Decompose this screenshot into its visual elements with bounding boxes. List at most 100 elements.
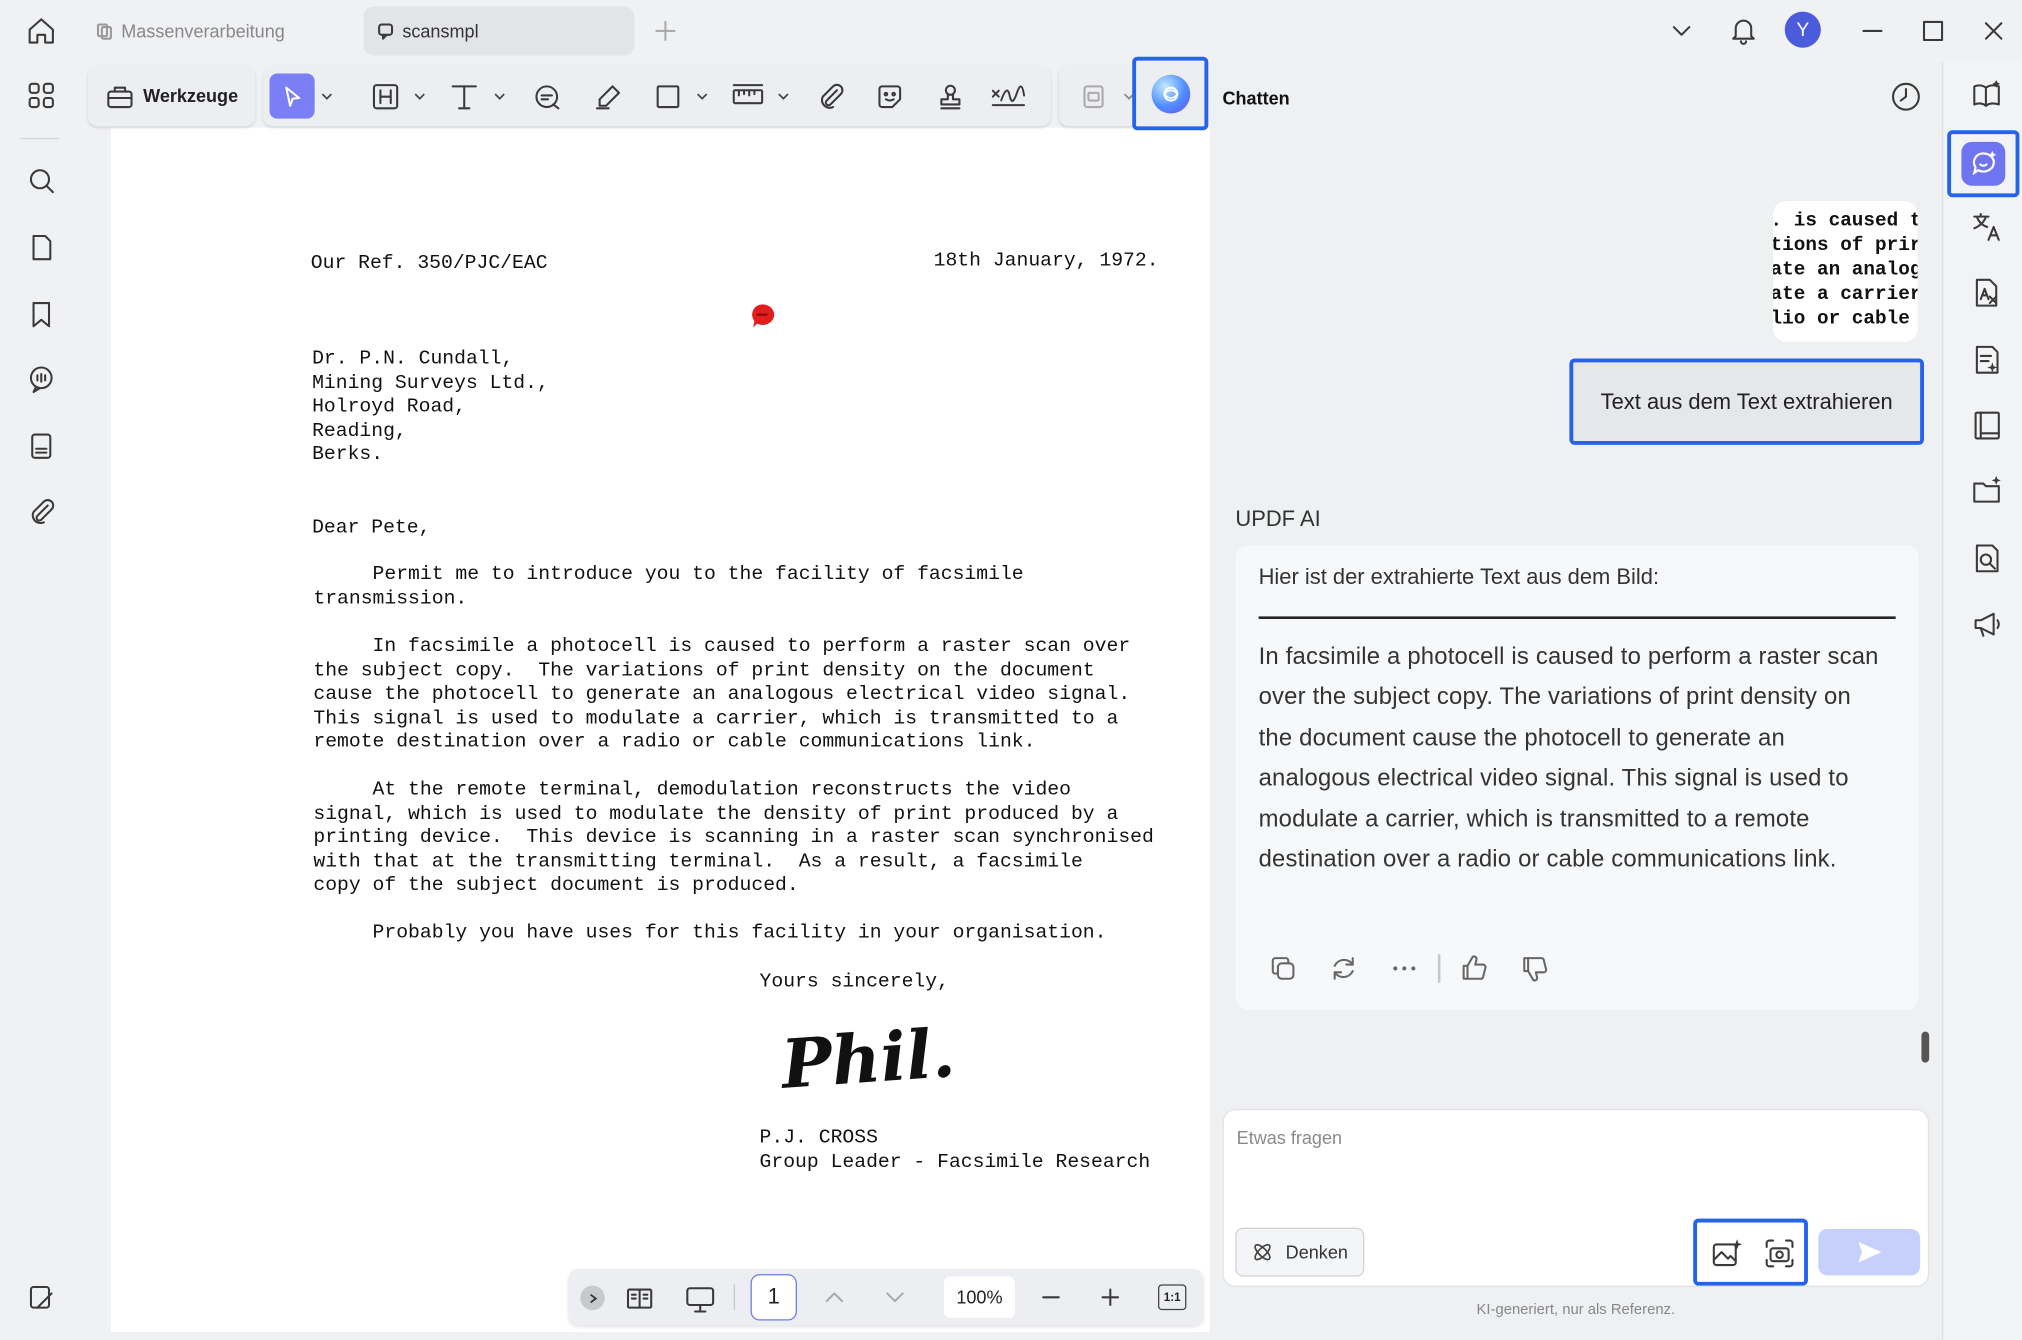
ai-assistant-button[interactable] xyxy=(1132,56,1209,131)
select-tool-button[interactable] xyxy=(269,73,315,119)
chevron-down-icon[interactable] xyxy=(494,90,506,102)
form-icon[interactable] xyxy=(23,428,59,464)
chat-title: Chatten xyxy=(1222,87,1290,109)
copy-icon[interactable] xyxy=(1268,953,1299,984)
heading-tool-icon[interactable] xyxy=(368,79,404,115)
comment-tool-icon[interactable] xyxy=(529,79,565,115)
comments-list-icon[interactable] xyxy=(23,361,59,397)
signer-name: P.J. CROSS xyxy=(759,1125,878,1149)
history-icon[interactable] xyxy=(1889,80,1923,114)
address-block: Dr. P.N. Cundall, Mining Surveys Ltd., H… xyxy=(312,347,549,467)
zoom-level-input[interactable]: 100% xyxy=(943,1276,1015,1318)
chevron-down-icon[interactable] xyxy=(778,90,790,102)
ai-chat-icon xyxy=(1961,141,2006,186)
para-line: cause the photocell to generate an analo… xyxy=(313,682,1131,706)
zoom-in-icon[interactable] xyxy=(1097,1284,1123,1310)
chat-scrollbar[interactable] xyxy=(1921,1031,1930,1063)
pages-icon[interactable] xyxy=(23,230,59,266)
avatar[interactable]: Y xyxy=(1784,11,1821,48)
expand-button[interactable] xyxy=(580,1285,605,1311)
bookmark-icon[interactable] xyxy=(23,297,59,333)
chat-panel: Chatten . is caused t tions of prir ate … xyxy=(1209,61,1943,1340)
attach-tool-icon[interactable] xyxy=(812,79,848,115)
paragraph-3: At the remote terminal, demodulation rec… xyxy=(313,778,1153,898)
address-line: Dr. P.N. Cundall, xyxy=(312,346,514,371)
avatar-letter: Y xyxy=(1796,18,1810,41)
close-button[interactable] xyxy=(1981,18,2007,44)
page-number-input[interactable]: 1 xyxy=(750,1274,797,1321)
ai-chat-tab[interactable] xyxy=(1947,130,2020,198)
thumbs-up-icon[interactable] xyxy=(1458,953,1489,984)
tab-scansmpl[interactable]: scansmpl xyxy=(363,6,635,56)
ai-image-icon[interactable] xyxy=(1710,1237,1744,1271)
home-icon[interactable] xyxy=(25,14,59,48)
search-icon[interactable] xyxy=(23,162,59,198)
ocr-icon[interactable] xyxy=(1075,79,1111,115)
comment-icon xyxy=(378,23,394,40)
page-number: 1 xyxy=(767,1284,780,1309)
ai-reader-icon[interactable] xyxy=(1969,77,2005,113)
ai-search-icon[interactable] xyxy=(1969,540,2005,576)
user-message-text: Text aus dem Text extrahieren xyxy=(1600,388,1893,414)
maximize-button[interactable] xyxy=(1920,18,1946,44)
page-up-icon[interactable] xyxy=(821,1284,847,1310)
stamp-icon[interactable] xyxy=(932,79,968,115)
signature-tool-icon[interactable] xyxy=(990,79,1026,115)
para-line: copy of the subject document is produced… xyxy=(313,873,799,897)
more-icon[interactable] xyxy=(1389,953,1420,984)
highlighter-icon[interactable] xyxy=(591,79,627,115)
regenerate-icon[interactable] xyxy=(1328,953,1359,984)
thumbs-down-icon[interactable] xyxy=(1519,953,1550,984)
send-button[interactable] xyxy=(1818,1228,1921,1276)
chevron-down-icon[interactable] xyxy=(321,90,333,102)
measure-tool-icon[interactable] xyxy=(730,79,766,115)
ai-response-card: Hier ist der extrahierte Text aus dem Bi… xyxy=(1235,545,1919,1010)
attachment-icon[interactable] xyxy=(23,494,59,530)
ai-orb-icon xyxy=(1150,74,1190,113)
para-line: This signal is used to modulate a carrie… xyxy=(313,706,1119,730)
ai-summary-icon[interactable] xyxy=(1969,342,2005,378)
paragraph-1: Permit me to introduce you to the facili… xyxy=(313,562,1023,610)
minimize-button[interactable] xyxy=(1860,18,1886,44)
cursor-icon xyxy=(284,86,300,107)
think-button[interactable]: Denken xyxy=(1235,1227,1365,1277)
workspace-icon[interactable] xyxy=(23,1279,59,1315)
actual-size-button[interactable]: 1:1 xyxy=(1158,1284,1187,1311)
zoom-out-icon[interactable] xyxy=(1038,1284,1064,1310)
chevron-down-icon[interactable] xyxy=(414,90,426,102)
chevron-down-icon[interactable] xyxy=(1669,18,1695,44)
tools-button[interactable]: Werkzeuge xyxy=(143,85,238,106)
announcement-icon[interactable] xyxy=(1969,606,2005,642)
pdf-page[interactable]: Our Ref. 350/PJC/EAC 18th January, 1972.… xyxy=(110,127,1210,1333)
snippet-line: . is caused t xyxy=(1773,210,1918,233)
tab-label: Massenverarbeitung xyxy=(121,20,285,42)
book-icon[interactable] xyxy=(1969,407,2005,443)
para-line: transmission. xyxy=(313,586,468,610)
rectangle-tool-icon[interactable] xyxy=(650,79,686,115)
snippet-line: ate a carrier xyxy=(1773,283,1918,306)
app-window: Massenverarbeitung scansmpl Y Our Ref. 3… xyxy=(0,0,2022,1340)
closing: Yours sincerely, xyxy=(759,969,949,993)
ocr-translate-icon[interactable] xyxy=(1969,275,2005,311)
image-attachment-preview[interactable]: . is caused t tions of prir ate an analo… xyxy=(1773,201,1918,342)
reading-mode-icon[interactable] xyxy=(624,1283,655,1314)
chevron-down-icon[interactable] xyxy=(696,90,708,102)
bell-icon[interactable] xyxy=(1728,14,1759,45)
presentation-icon[interactable] xyxy=(683,1283,717,1317)
thumbnails-icon[interactable] xyxy=(23,77,59,113)
ai-folder-icon[interactable] xyxy=(1969,473,2005,509)
ai-intro-text: Hier ist der extrahierte Text aus dem Bi… xyxy=(1258,564,1660,590)
ai-label: UPDF AI xyxy=(1235,506,1321,532)
user-message-bubble[interactable]: Text aus dem Text extrahieren xyxy=(1569,358,1925,445)
signer-title: Group Leader - Facsimile Research xyxy=(759,1150,1151,1174)
sticker-icon[interactable] xyxy=(872,79,908,115)
screenshot-icon[interactable] xyxy=(1763,1237,1797,1271)
comment-marker-icon[interactable] xyxy=(748,302,776,330)
tab-massenverarbeitung[interactable]: Massenverarbeitung xyxy=(83,6,354,55)
text-tool-icon[interactable] xyxy=(446,79,482,115)
new-tab-icon[interactable] xyxy=(653,18,679,44)
page-down-icon[interactable] xyxy=(882,1284,908,1310)
image-tools-group xyxy=(1693,1218,1808,1286)
translate-icon[interactable] xyxy=(1969,209,2005,245)
chat-input-box[interactable]: Etwas fragen Denken xyxy=(1222,1109,1930,1287)
